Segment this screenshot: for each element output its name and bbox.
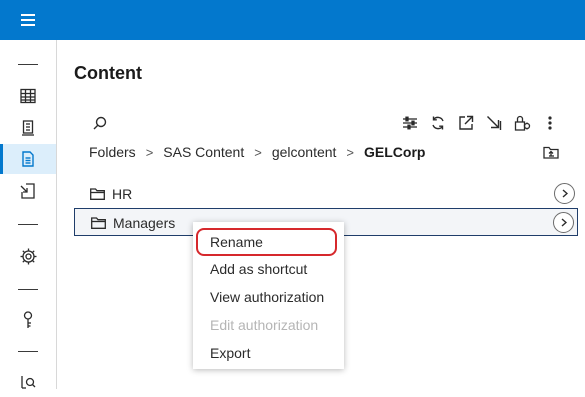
rail-divider (18, 289, 38, 290)
menu-item-add-as-shortcut[interactable]: Add as shortcut (193, 255, 344, 283)
refresh-icon[interactable] (427, 112, 449, 134)
key-icon[interactable] (0, 305, 56, 335)
breadcrumb-folders[interactable]: Folders (89, 144, 136, 160)
chevron-right-icon[interactable] (554, 183, 575, 204)
menu-item-edit-authorization: Edit authorization (210, 317, 319, 333)
chevron-right-icon[interactable] (553, 212, 574, 233)
rail-divider (18, 64, 38, 65)
breadcrumb-separator: > (346, 144, 355, 160)
rail-divider (18, 351, 38, 352)
table-icon[interactable] (0, 81, 56, 111)
hamburger-menu-icon[interactable] (14, 10, 42, 30)
folder-icon (90, 187, 105, 205)
menu-item-view-authorization[interactable]: View authorization (193, 283, 344, 311)
menu-item-rename[interactable]: Rename (196, 228, 337, 256)
more-options-icon[interactable] (539, 112, 561, 134)
breadcrumb: Folders > SAS Content > gelcontent > GEL… (89, 143, 425, 161)
sort-filter-icon[interactable] (399, 112, 421, 134)
search-log-icon[interactable] (0, 367, 56, 397)
folder-row-hr[interactable]: HR (74, 180, 578, 208)
top-app-bar (0, 0, 585, 40)
breadcrumb-sas-content[interactable]: SAS Content (163, 144, 244, 160)
folder-icon (91, 216, 106, 234)
side-navigation-rail (0, 40, 57, 389)
gear-icon[interactable] (0, 241, 56, 271)
search-icon[interactable] (89, 112, 111, 134)
open-external-icon[interactable] (455, 112, 477, 134)
report-icon[interactable] (0, 113, 56, 143)
content-document-icon[interactable] (0, 144, 56, 174)
breadcrumb-gelcorp: GELCorp (364, 144, 426, 160)
breadcrumb-separator: > (145, 144, 154, 160)
breadcrumb-separator: > (254, 144, 262, 160)
folder-name: Managers (113, 215, 176, 231)
breadcrumb-gelcontent[interactable]: gelcontent (272, 144, 337, 160)
import-icon[interactable] (0, 176, 56, 206)
rail-divider (18, 224, 38, 225)
context-menu: Rename Add as shortcut View authorizatio… (193, 222, 344, 369)
permissions-lock-icon[interactable] (511, 112, 533, 134)
parent-folder-icon[interactable] (540, 141, 562, 163)
page-title: Content (74, 63, 142, 83)
move-in-icon[interactable] (483, 112, 505, 134)
menu-item-export[interactable]: Export (193, 339, 344, 367)
folder-name: HR (112, 186, 133, 202)
